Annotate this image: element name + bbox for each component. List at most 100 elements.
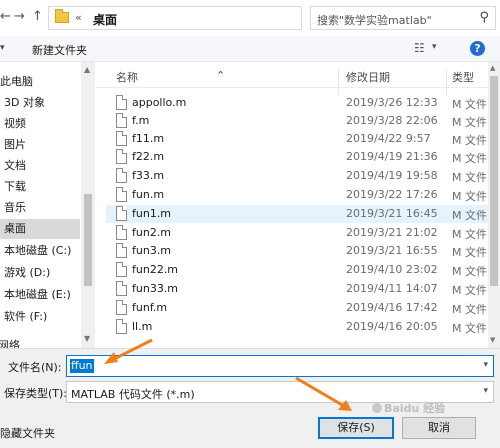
organize-dropdown-icon[interactable]: ▾: [0, 43, 5, 53]
file-list-scrollbar[interactable]: ▲ ▼: [488, 62, 500, 348]
sidebar-item-downloads[interactable]: 下载: [0, 177, 80, 197]
address-row: ← → ↑ « 桌面 ▾ ↻ 搜索"数学实验matlab" ⚲: [0, 0, 500, 36]
scroll-up-icon[interactable]: ▲: [490, 64, 495, 72]
column-header-date[interactable]: 修改日期: [346, 69, 390, 85]
view-options-icon[interactable]: ☷: [414, 41, 425, 55]
file-date: 2019/4/22 9:57: [346, 132, 431, 145]
chevron-down-icon[interactable]: ▾: [432, 42, 437, 52]
column-divider[interactable]: [338, 69, 339, 95]
file-date: 2019/3/21 16:45: [346, 207, 438, 220]
search-icon[interactable]: ⚲: [479, 10, 489, 25]
file-row[interactable]: fun1.m 2019/3/21 16:45 M 文件: [106, 205, 488, 223]
file-row[interactable]: fun33.m 2019/4/11 14:07 M 文件: [106, 280, 488, 298]
scroll-thumb[interactable]: [84, 194, 92, 286]
scroll-thumb[interactable]: [490, 76, 498, 286]
file-row[interactable]: fun22.m 2019/4/10 23:02 M 文件: [106, 261, 488, 279]
file-date: 2019/3/26 12:33: [346, 96, 438, 109]
file-name: f.m: [132, 114, 150, 127]
file-type: M 文件: [452, 152, 487, 165]
file-row[interactable]: fun3.m 2019/3/21 16:55 M 文件: [106, 242, 488, 260]
save-button[interactable]: 保存(S): [318, 417, 394, 439]
sidebar-item-3d-objects[interactable]: 3D 对象: [0, 93, 80, 113]
arrow-right-icon[interactable]: →: [14, 9, 25, 24]
file-row[interactable]: f11.m 2019/4/22 9:57 M 文件: [106, 130, 488, 148]
filename-field[interactable]: ffun ▾: [66, 355, 494, 377]
arrow-up-icon[interactable]: ↑: [32, 9, 43, 24]
filename-value[interactable]: ffun: [70, 359, 94, 373]
sidebar-item-pictures[interactable]: 图片: [0, 135, 80, 155]
file-type: M 文件: [452, 322, 487, 335]
address-bar[interactable]: « 桌面 ▾ ↻: [48, 6, 342, 30]
file-type: M 文件: [452, 190, 487, 203]
file-icon: [116, 187, 127, 202]
file-date: 2019/4/19 19:58: [346, 169, 438, 182]
folder-icon: [55, 9, 69, 23]
file-date: 2019/3/21 16:55: [346, 244, 438, 257]
help-icon[interactable]: ?: [470, 41, 485, 56]
file-row[interactable]: f33.m 2019/4/19 19:58 M 文件: [106, 167, 488, 185]
file-icon: [116, 149, 127, 164]
column-header-type[interactable]: 类型: [452, 69, 474, 85]
chevron-down-icon[interactable]: ▾: [483, 360, 488, 370]
cancel-button[interactable]: 取消: [402, 417, 476, 439]
column-header-row: ⌃ 名称 修改日期 类型: [96, 62, 500, 95]
sidebar-item-videos[interactable]: 视频: [0, 114, 80, 134]
file-icon: [116, 168, 127, 183]
navigation-pane: 此电脑 3D 对象 视频 图片 文档 下载 音乐 桌面 本地磁盘 (C:) 游戏…: [0, 62, 96, 348]
new-folder-button[interactable]: 新建文件夹: [32, 42, 87, 58]
file-date: 2019/4/16 17:42: [346, 301, 438, 314]
breadcrumb-desktop[interactable]: 桌面: [93, 11, 117, 28]
column-divider[interactable]: [446, 69, 447, 95]
sidebar-item-network[interactable]: 网络: [0, 336, 74, 348]
watermark: Baidu 经验: [372, 400, 445, 416]
search-input[interactable]: 搜索"数学实验matlab" ⚲: [310, 6, 496, 30]
sidebar-item-drive-e[interactable]: 本地磁盘 (E:): [0, 285, 80, 305]
file-row[interactable]: appollo.m 2019/3/26 12:33 M 文件: [106, 94, 488, 112]
file-type: M 文件: [452, 246, 487, 259]
file-type: M 文件: [452, 284, 487, 297]
file-type: M 文件: [452, 98, 487, 111]
scroll-up-icon[interactable]: ▲: [84, 65, 90, 74]
file-row[interactable]: f.m 2019/3/28 22:06 M 文件: [106, 112, 488, 130]
file-icon: [116, 113, 127, 128]
file-type: M 文件: [452, 171, 487, 184]
sidebar-item-drive-c[interactable]: 本地磁盘 (C:): [0, 241, 80, 261]
filetype-label: 保存类型(T):: [4, 387, 68, 400]
nav-scrollbar[interactable]: ▲ ▼: [81, 62, 95, 348]
chevron-down-icon[interactable]: ▾: [483, 386, 488, 396]
file-icon: [116, 300, 127, 315]
file-name: fun33.m: [132, 282, 179, 295]
sort-ascending-icon: ⌃: [216, 69, 226, 82]
file-name: fun3.m: [132, 244, 172, 257]
file-type: M 文件: [452, 116, 487, 129]
file-list: ⌃ 名称 修改日期 类型 appollo.m 2019/3/26 12:33 M…: [96, 62, 500, 348]
sidebar-item-documents[interactable]: 文档: [0, 156, 80, 176]
file-icon: [116, 319, 127, 334]
file-row[interactable]: f22.m 2019/4/19 21:36 M 文件: [106, 148, 488, 166]
file-date: 2019/4/16 20:05: [346, 320, 438, 333]
file-date: 2019/3/21 21:02: [346, 226, 438, 239]
file-type: M 文件: [452, 228, 487, 241]
column-header-name[interactable]: 名称: [116, 69, 138, 85]
breadcrumb-overflow[interactable]: «: [75, 11, 82, 24]
search-placeholder: 搜索"数学实验matlab": [317, 14, 432, 27]
file-date: 2019/4/10 23:02: [346, 263, 438, 276]
file-icon: [116, 206, 127, 221]
sidebar-item-music[interactable]: 音乐: [0, 198, 80, 218]
arrow-left-icon[interactable]: ←: [0, 9, 11, 24]
file-date: 2019/3/22 17:26: [346, 188, 438, 201]
file-row[interactable]: fun.m 2019/3/22 17:26 M 文件: [106, 186, 488, 204]
file-row[interactable]: funf.m 2019/4/16 17:42 M 文件: [106, 299, 488, 317]
sidebar-item-drive-d[interactable]: 游戏 (D:): [0, 263, 80, 283]
file-name: fun.m: [132, 188, 165, 201]
file-type: M 文件: [452, 265, 487, 278]
scroll-down-icon[interactable]: ▼: [490, 336, 495, 344]
scroll-down-icon[interactable]: ▼: [84, 334, 90, 343]
sidebar-item-drive-f[interactable]: 软件 (F:): [0, 307, 80, 327]
hide-folders-toggle[interactable]: 隐藏文件夹: [0, 425, 55, 441]
sidebar-item-desktop[interactable]: 桌面: [0, 219, 80, 239]
file-name: ll.m: [132, 320, 153, 333]
file-row[interactable]: ll.m 2019/4/16 20:05 M 文件: [106, 318, 488, 336]
sidebar-item-this-pc[interactable]: 此电脑: [0, 72, 76, 92]
file-row[interactable]: fun2.m 2019/3/21 21:02 M 文件: [106, 224, 488, 242]
